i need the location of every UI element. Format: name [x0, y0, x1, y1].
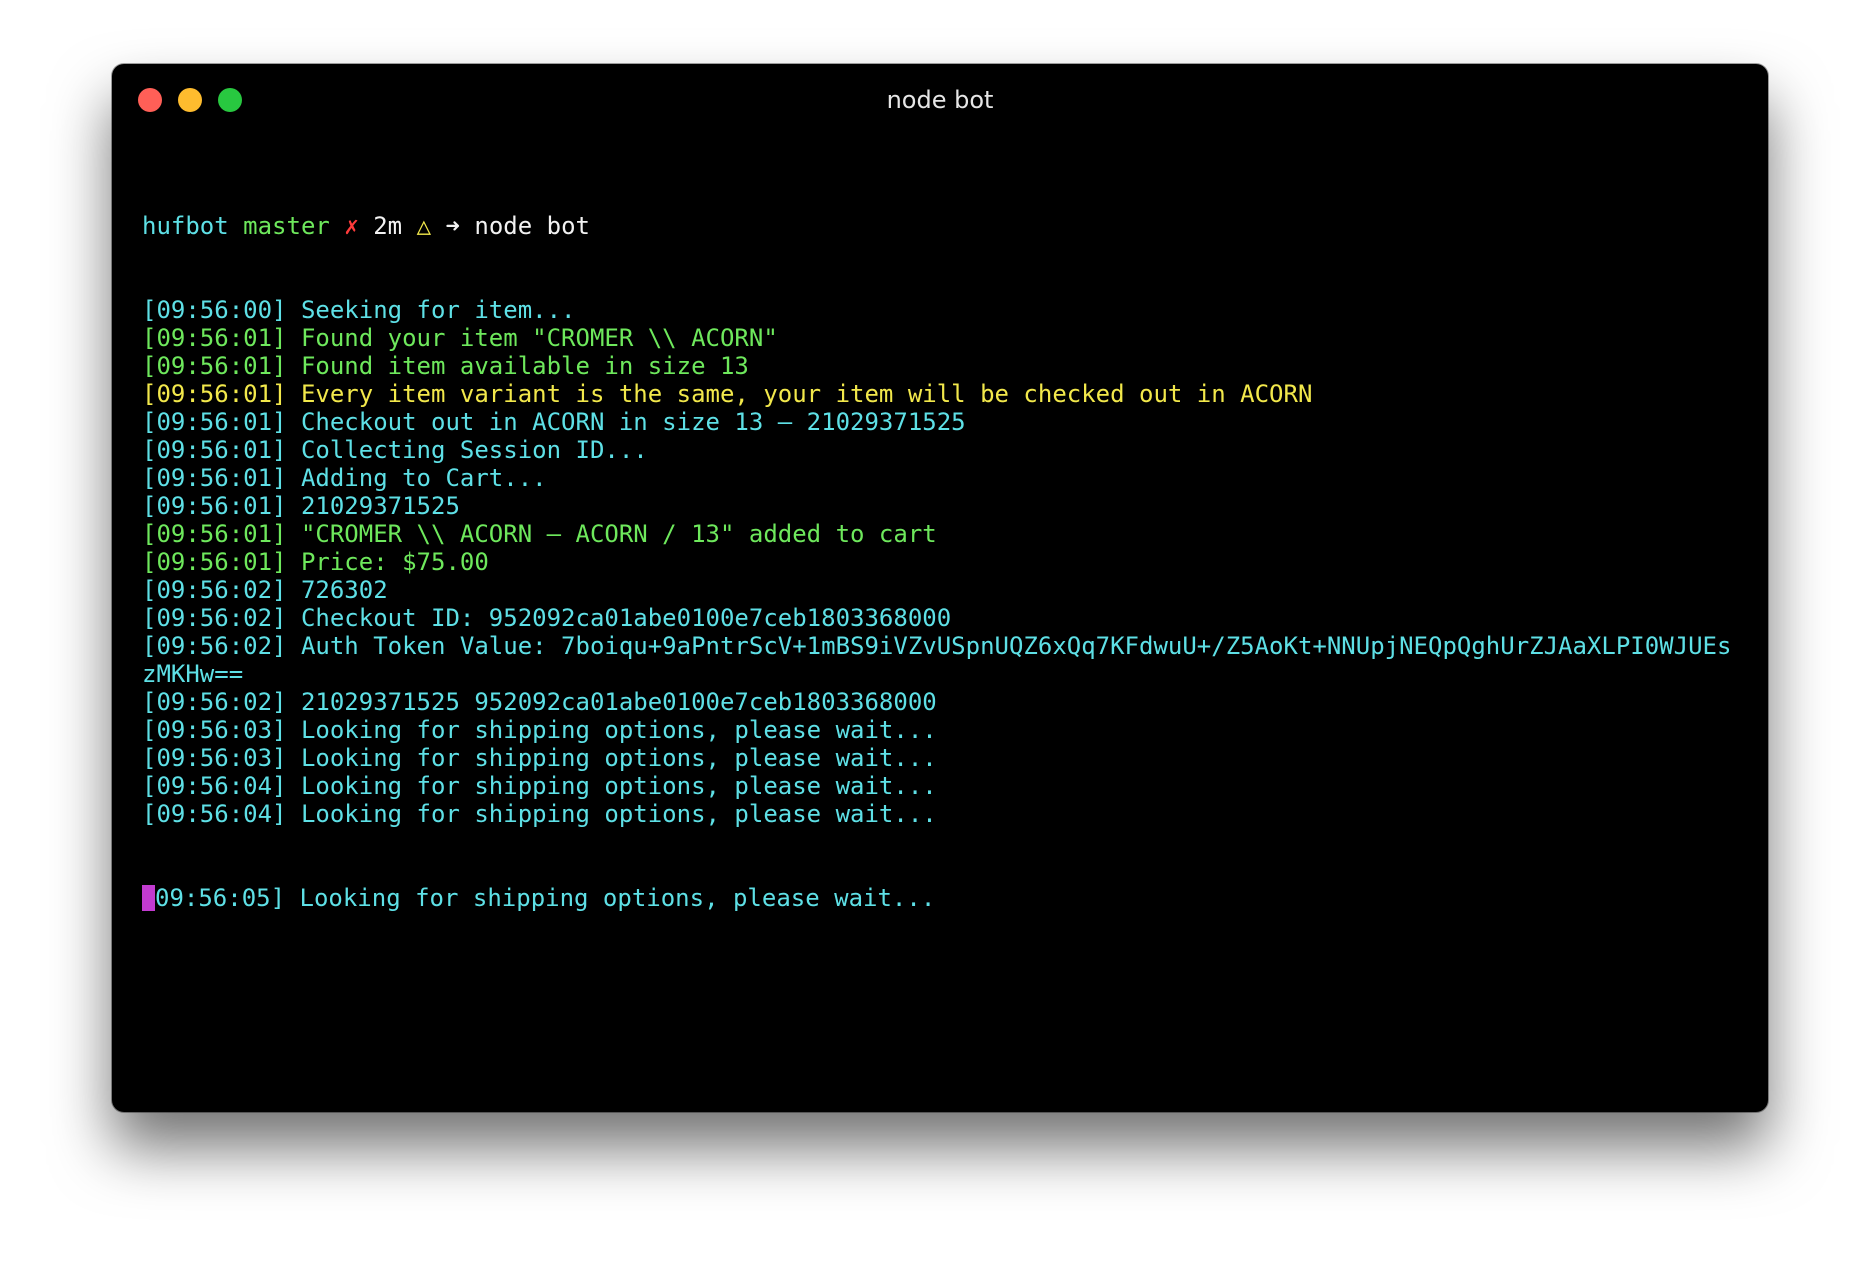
log-message: Found item available in size 13 [300, 352, 749, 380]
log-message: "CROMER \\ ACORN – ACORN / 13" added to … [300, 520, 937, 548]
log-timestamp: [09:56:01] [142, 548, 287, 576]
log-line: [09:56:02] 726302 [142, 576, 1738, 604]
log-line: [09:56:01] 21029371525 [142, 492, 1738, 520]
log-line-current: 09:56:05] Looking for shipping options, … [142, 884, 1738, 912]
log-timestamp: [09:56:02] [142, 688, 287, 716]
log-line: [09:56:01] Price: $75.00 [142, 548, 1738, 576]
log-message: Found your item "CROMER \\ ACORN" [300, 324, 778, 352]
log-lines: [09:56:00] Seeking for item... [09:56:01]… [142, 296, 1738, 828]
log-timestamp: [09:56:01] [142, 464, 287, 492]
log-line: [09:56:04] Looking for shipping options,… [142, 800, 1738, 828]
log-line: [09:56:02] Checkout ID: 952092ca01abe010… [142, 604, 1738, 632]
prompt-arrow-icon: ➜ [445, 212, 460, 240]
log-message: Looking for shipping options, please wai… [300, 772, 937, 800]
log-line: [09:56:01] Every item variant is the sam… [142, 380, 1738, 408]
log-message: Every item variant is the same, your ite… [300, 380, 1313, 408]
prompt-branch: master [243, 212, 330, 240]
terminal-cursor [142, 885, 155, 911]
prompt-dirty-mark: ✗ [344, 212, 359, 240]
log-timestamp: [09:56:02] [142, 604, 287, 632]
log-message: Looking for shipping options, please wai… [300, 744, 937, 772]
terminal-output[interactable]: hufbot master ✗ 2m △ ➜ node bot [09:56:0… [142, 156, 1738, 968]
log-message: Price: $75.00 [300, 548, 489, 576]
log-line: [09:56:01] Found your item "CROMER \\ AC… [142, 324, 1738, 352]
log-timestamp: [09:56:03] [142, 716, 287, 744]
log-line: [09:56:00] Seeking for item... [142, 296, 1738, 324]
title-bar: node bot [112, 64, 1768, 136]
log-line: [09:56:01] Checkout out in ACORN in size… [142, 408, 1738, 436]
log-message: Checkout ID: 952092ca01abe0100e7ceb18033… [300, 604, 952, 632]
log-message: Adding to Cart... [300, 464, 547, 492]
prompt-command: node bot [474, 212, 590, 240]
prompt-warning-icon: △ [416, 212, 432, 240]
log-message: 726302 [300, 576, 388, 604]
log-timestamp: [09:56:04] [142, 772, 287, 800]
log-timestamp: [09:56:04] [142, 800, 287, 828]
log-timestamp: [09:56:01] [142, 408, 287, 436]
log-message: 21029371525 [300, 492, 460, 520]
log-timestamp: [09:56:01] [142, 352, 287, 380]
log-message: Looking for shipping options, please wai… [300, 716, 937, 744]
log-timestamp: [09:56:01] [142, 520, 287, 548]
prompt-line: hufbot master ✗ 2m △ ➜ node bot [142, 212, 1738, 240]
prompt-dir: hufbot [142, 212, 229, 240]
log-line: [09:56:03] Looking for shipping options,… [142, 744, 1738, 772]
log-line: [09:56:01] Found item available in size … [142, 352, 1738, 380]
log-timestamp: [09:56:01] [142, 380, 287, 408]
log-line: [09:56:03] Looking for shipping options,… [142, 716, 1738, 744]
log-message: Looking for shipping options, please wai… [300, 800, 937, 828]
window-title: node bot [886, 86, 994, 114]
prompt-duration: 2m [373, 212, 403, 240]
terminal-window: node bot hufbot master ✗ 2m △ ➜ node bot… [112, 64, 1768, 1112]
log-message: Collecting Session ID... [300, 436, 648, 464]
log-timestamp: [09:56:03] [142, 744, 287, 772]
log-message: Looking for shipping options, please wai… [299, 884, 936, 912]
log-timestamp: [09:56:01] [142, 492, 287, 520]
log-line: [09:56:02] 21029371525 952092ca01abe0100… [142, 688, 1738, 716]
log-timestamp: [09:56:02] [142, 632, 287, 660]
log-line: [09:56:02] Auth Token Value: 7boiqu+9aPn… [142, 632, 1738, 688]
log-line: [09:56:01] Adding to Cart... [142, 464, 1738, 492]
log-timestamp: [09:56:02] [142, 576, 287, 604]
log-message: 21029371525 952092ca01abe0100e7ceb180336… [300, 688, 937, 716]
log-line: [09:56:01] "CROMER \\ ACORN – ACORN / 13… [142, 520, 1738, 548]
log-timestamp: [09:56:01] [142, 324, 287, 352]
log-timestamp: 09:56:05] [155, 884, 286, 912]
log-timestamp: [09:56:00] [142, 296, 287, 324]
log-message: Checkout out in ACORN in size 13 – 21029… [300, 408, 966, 436]
log-message: Seeking for item... [300, 296, 576, 324]
log-timestamp: [09:56:01] [142, 436, 287, 464]
log-line: [09:56:01] Collecting Session ID... [142, 436, 1738, 464]
log-line: [09:56:04] Looking for shipping options,… [142, 772, 1738, 800]
log-message: Auth Token Value: 7boiqu+9aPntrScV+1mBS9… [142, 632, 1732, 688]
